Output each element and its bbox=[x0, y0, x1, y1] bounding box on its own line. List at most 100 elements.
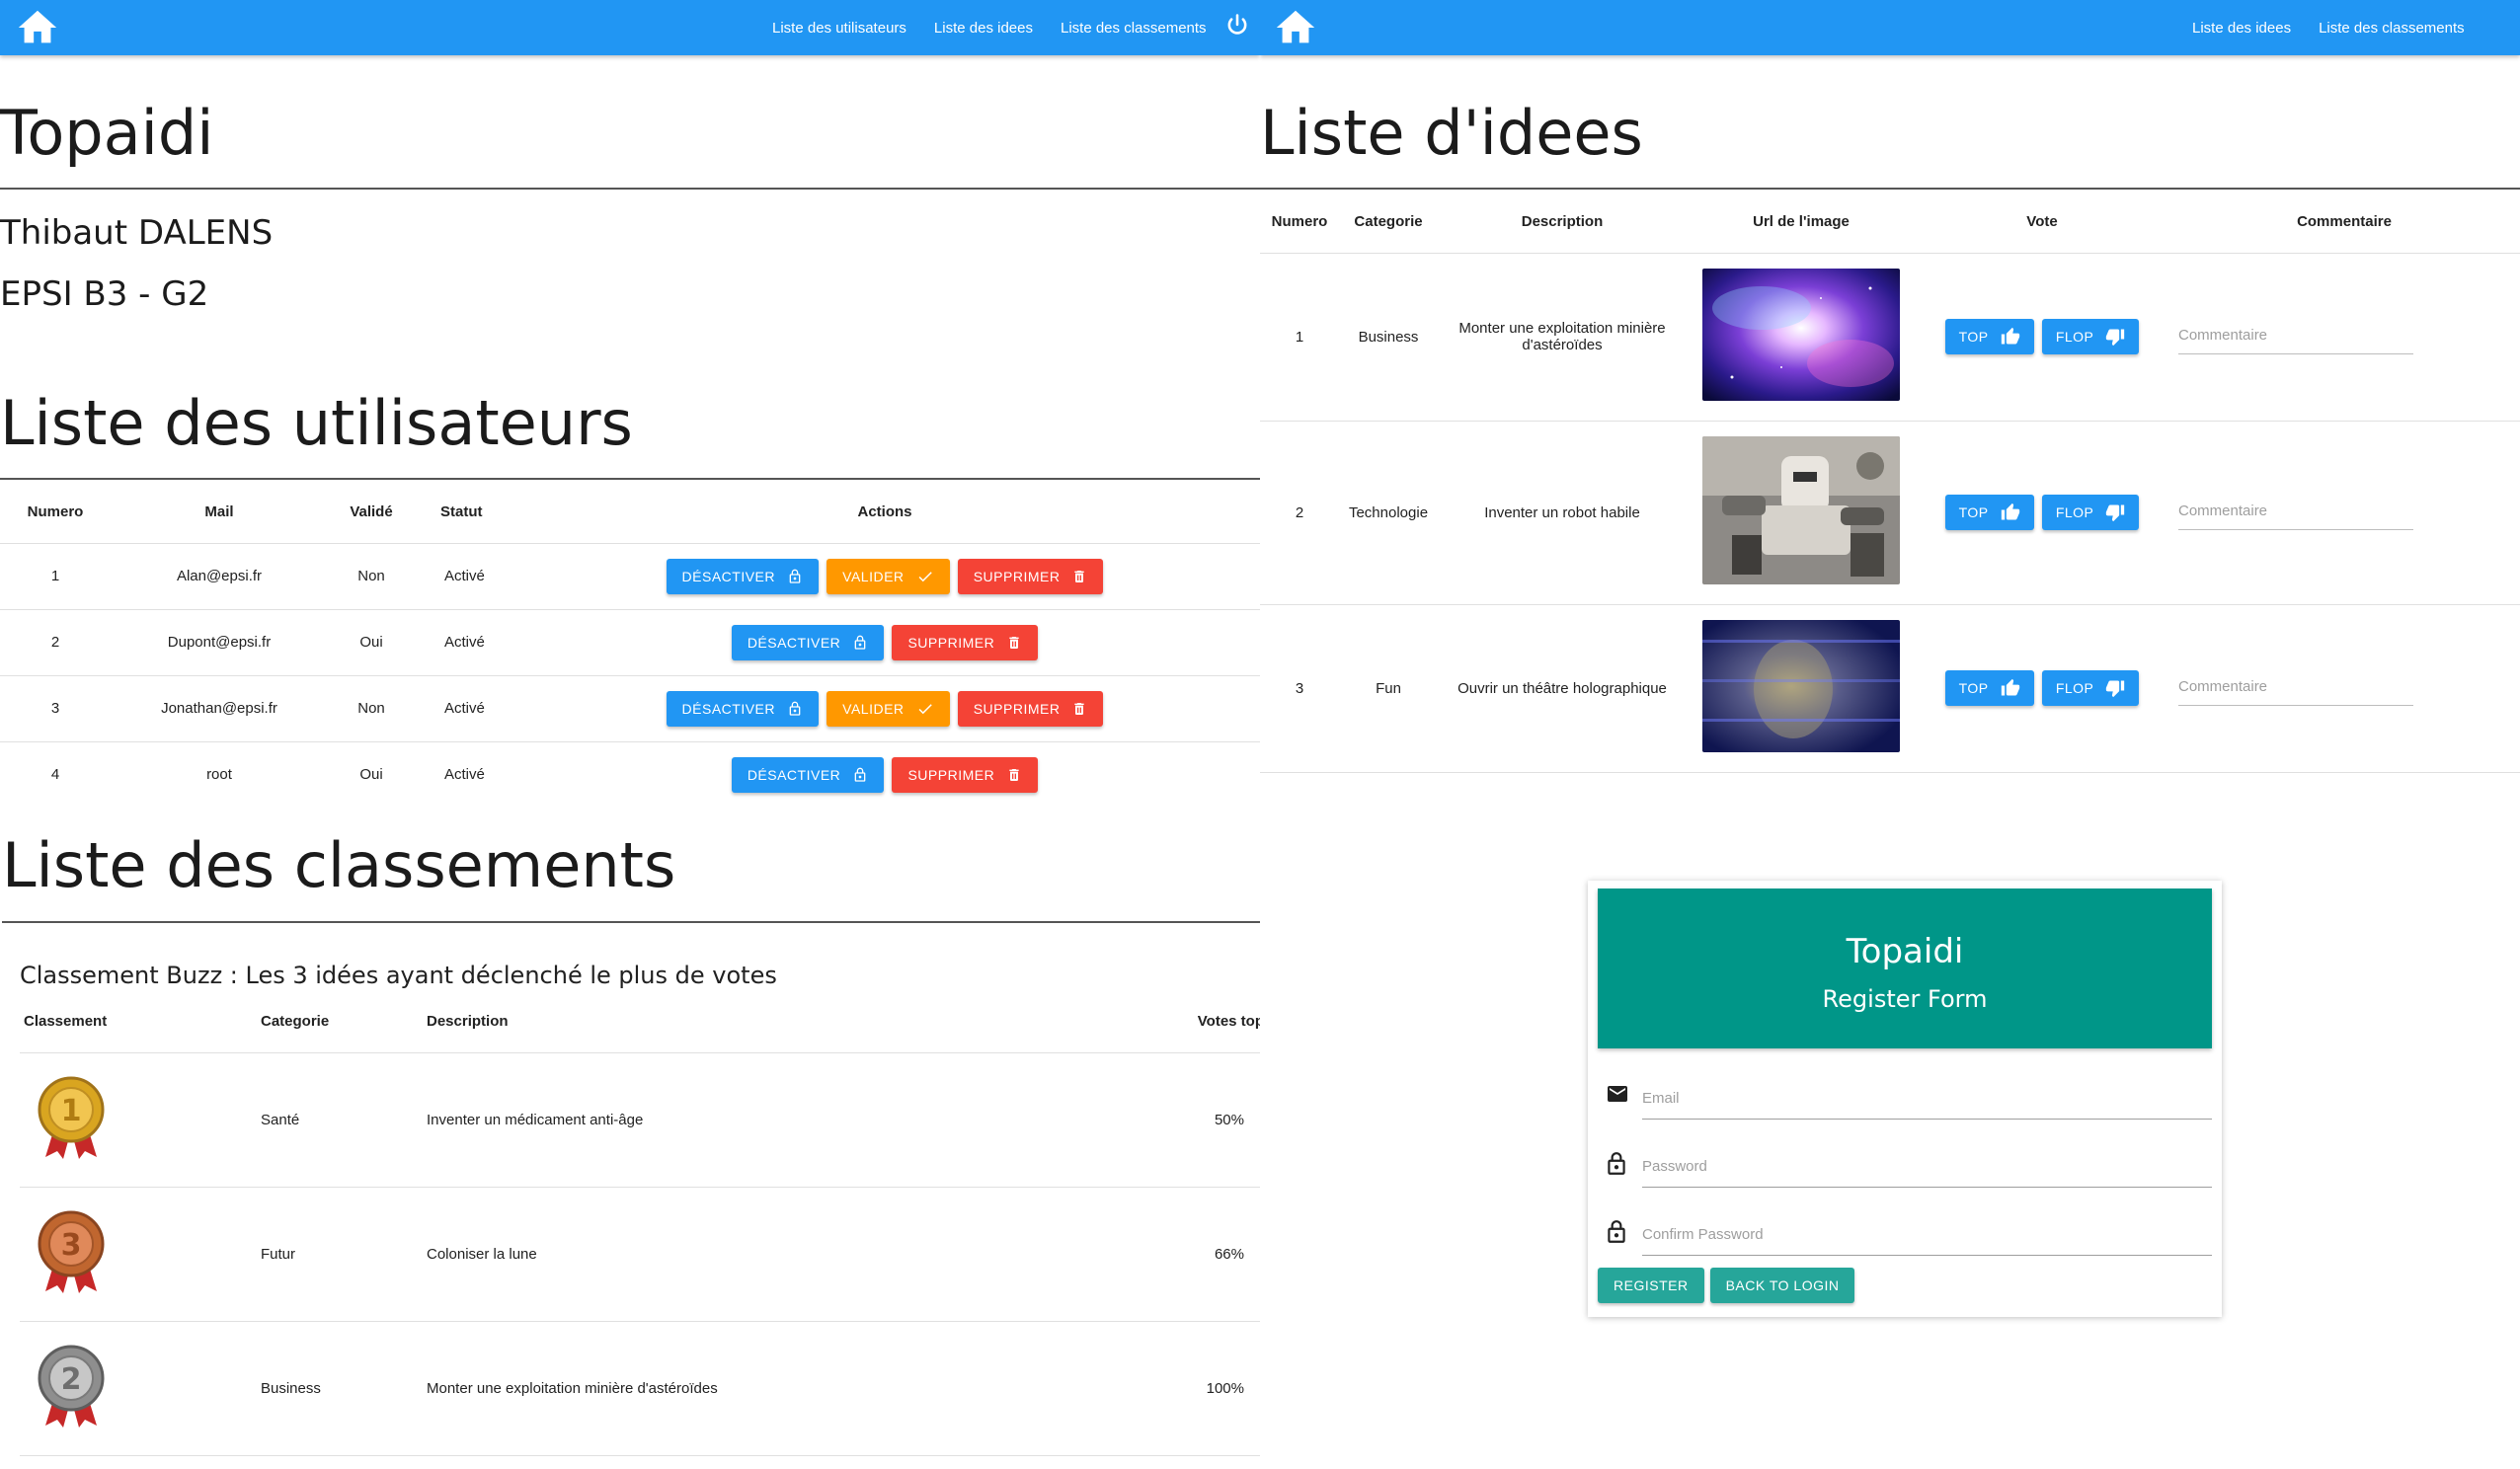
nav-link-rankings[interactable]: Liste des classements bbox=[2319, 20, 2465, 37]
delete-label: SUPPRIMER bbox=[907, 766, 995, 783]
ranking-categorie: Futur bbox=[261, 1186, 427, 1321]
thumb-down-icon bbox=[2106, 680, 2125, 698]
confirm-password-field: Confirm Password bbox=[1598, 1206, 2212, 1262]
ranking-categorie: Santé bbox=[261, 1051, 427, 1187]
ranking-votes: 66% bbox=[1145, 1186, 1260, 1321]
user-statut: Activé bbox=[415, 608, 510, 675]
ranking-votes: 100% bbox=[1145, 1320, 1260, 1456]
comment-input[interactable]: Commentaire bbox=[2178, 670, 2413, 706]
comment-input[interactable]: Commentaire bbox=[2178, 495, 2413, 530]
navbar: Liste des utilisateurs Liste des idees L… bbox=[0, 0, 1260, 55]
flop-label: FLOP bbox=[2055, 504, 2094, 520]
gold-medal-icon: 1 bbox=[38, 1076, 105, 1159]
user-actions: DÉSACTIVER VALIDER SUPPRIMER bbox=[510, 674, 1260, 741]
validate-button[interactable]: VALIDER bbox=[827, 558, 950, 594]
thumb-up-icon bbox=[2001, 678, 2019, 696]
nav-link-users[interactable]: Liste des utilisateurs bbox=[772, 20, 906, 37]
rankings-subtitle: Classement Buzz : Les 3 idées ayant décl… bbox=[20, 962, 777, 989]
col-actions: Actions bbox=[857, 503, 912, 521]
col-categorie: Categorie bbox=[261, 1013, 330, 1031]
col-categorie: Categorie bbox=[1354, 213, 1423, 231]
user-statut: Activé bbox=[415, 740, 510, 808]
deactivate-button[interactable]: DÉSACTIVER bbox=[731, 624, 885, 660]
register-button[interactable]: REGISTER bbox=[1598, 1268, 1704, 1303]
ranking-votes: 50% bbox=[1145, 1051, 1260, 1187]
deactivate-button[interactable]: DÉSACTIVER bbox=[666, 690, 819, 727]
thumb-up-icon bbox=[2001, 327, 2019, 345]
home-icon[interactable] bbox=[1272, 5, 1319, 50]
user-actions: DÉSACTIVER SUPPRIMER bbox=[510, 608, 1260, 675]
user-mail: Jonathan@epsi.fr bbox=[111, 674, 328, 741]
delete-label: SUPPRIMER bbox=[973, 568, 1061, 584]
galaxy-image bbox=[1702, 269, 1900, 401]
page-title: Topaidi bbox=[0, 97, 214, 169]
register-card: Topaidi Register Form Email Password Con… bbox=[1588, 881, 2222, 1317]
confirm-password-input[interactable]: Confirm Password bbox=[1642, 1220, 2212, 1256]
delete-button[interactable]: SUPPRIMER bbox=[957, 690, 1104, 727]
lock-icon bbox=[789, 569, 801, 583]
flop-button[interactable]: FLOP bbox=[2041, 495, 2140, 530]
ideas-table: Numero Categorie Description Url de l'im… bbox=[1260, 192, 2520, 773]
lock-icon bbox=[1608, 1220, 1625, 1243]
navbar: Liste des idees Liste des classements bbox=[1260, 0, 2520, 55]
top-label: TOP bbox=[1958, 680, 1989, 696]
comment-input[interactable]: Commentaire bbox=[2178, 319, 2413, 354]
lock-icon bbox=[854, 635, 866, 650]
table-row: 4 root Oui Activé DÉSACTIVER SUPPRIMER bbox=[0, 740, 1260, 808]
flop-button[interactable]: FLOP bbox=[2041, 319, 2140, 354]
delete-button[interactable]: SUPPRIMER bbox=[957, 558, 1104, 594]
table-row: 2 Business Monter une exploitation miniè… bbox=[20, 1320, 1260, 1456]
idea-categorie: Business bbox=[1339, 252, 1438, 421]
nav-link-ideas[interactable]: Liste des idees bbox=[934, 20, 1033, 37]
flop-label: FLOP bbox=[2055, 680, 2094, 696]
thumb-down-icon bbox=[2106, 504, 2125, 522]
nav-link-rankings[interactable]: Liste des classements bbox=[1061, 20, 1207, 37]
register-actions: REGISTER BACK TO LOGIN bbox=[1598, 1268, 1856, 1303]
delete-button[interactable]: SUPPRIMER bbox=[892, 624, 1039, 660]
password-input[interactable]: Password bbox=[1642, 1152, 2212, 1188]
table-row: 1 Business Monter une exploitation miniè… bbox=[1260, 252, 2520, 421]
deactivate-button[interactable]: DÉSACTIVER bbox=[731, 756, 885, 793]
table-row: 2 Dupont@epsi.fr Oui Activé DÉSACTIVER S… bbox=[0, 608, 1260, 675]
table-row: 2 Technologie Inventer un robot habile T… bbox=[1260, 420, 2520, 604]
top-button[interactable]: TOP bbox=[1944, 495, 2034, 530]
check-icon bbox=[918, 571, 932, 581]
user-num: 3 bbox=[0, 674, 111, 741]
bronze-medal-icon: 3 bbox=[38, 1210, 105, 1293]
ranking-categorie: Business bbox=[261, 1320, 427, 1456]
users-title: Liste des utilisateurs bbox=[0, 387, 633, 459]
col-description: Description bbox=[1521, 213, 1604, 231]
top-label: TOP bbox=[1958, 504, 1989, 520]
power-icon[interactable] bbox=[1223, 12, 1251, 39]
user-mail: Alan@epsi.fr bbox=[111, 542, 328, 609]
validate-button[interactable]: VALIDER bbox=[827, 690, 950, 727]
deactivate-label: DÉSACTIVER bbox=[747, 766, 841, 783]
lock-icon bbox=[854, 767, 866, 782]
flop-label: FLOP bbox=[2055, 329, 2094, 345]
nav-link-ideas[interactable]: Liste des idees bbox=[2192, 20, 2291, 37]
ranking-description: Monter une exploitation minière d'astéro… bbox=[427, 1320, 1145, 1456]
users-table: Numero Mail Validé Statut Actions 1 Alan… bbox=[0, 482, 1260, 808]
top-button[interactable]: TOP bbox=[1944, 670, 2034, 706]
home-icon[interactable] bbox=[14, 5, 61, 50]
email-field: Email bbox=[1598, 1070, 2212, 1125]
idea-categorie: Technologie bbox=[1339, 420, 1438, 604]
robot-image bbox=[1702, 436, 1900, 584]
idea-num: 1 bbox=[1260, 252, 1339, 421]
user-valide: Oui bbox=[328, 608, 415, 675]
flop-button[interactable]: FLOP bbox=[2041, 670, 2140, 706]
idea-num: 2 bbox=[1260, 420, 1339, 604]
col-numero: Numero bbox=[1271, 213, 1328, 231]
idea-description: Monter une exploitation minière d'astéro… bbox=[1438, 252, 1687, 421]
deactivate-label: DÉSACTIVER bbox=[681, 568, 775, 584]
delete-button[interactable]: SUPPRIMER bbox=[892, 756, 1039, 793]
user-actions: DÉSACTIVER SUPPRIMER bbox=[510, 740, 1260, 808]
back-to-login-button[interactable]: BACK TO LOGIN bbox=[1709, 1268, 1855, 1303]
email-input[interactable]: Email bbox=[1642, 1084, 2212, 1120]
top-button[interactable]: TOP bbox=[1944, 319, 2034, 354]
rankings-table: Classement Categorie Description Votes t… bbox=[20, 991, 1260, 1456]
check-icon bbox=[918, 703, 932, 714]
trash-icon bbox=[1074, 570, 1085, 582]
user-mail: Dupont@epsi.fr bbox=[111, 608, 328, 675]
deactivate-button[interactable]: DÉSACTIVER bbox=[666, 558, 819, 594]
